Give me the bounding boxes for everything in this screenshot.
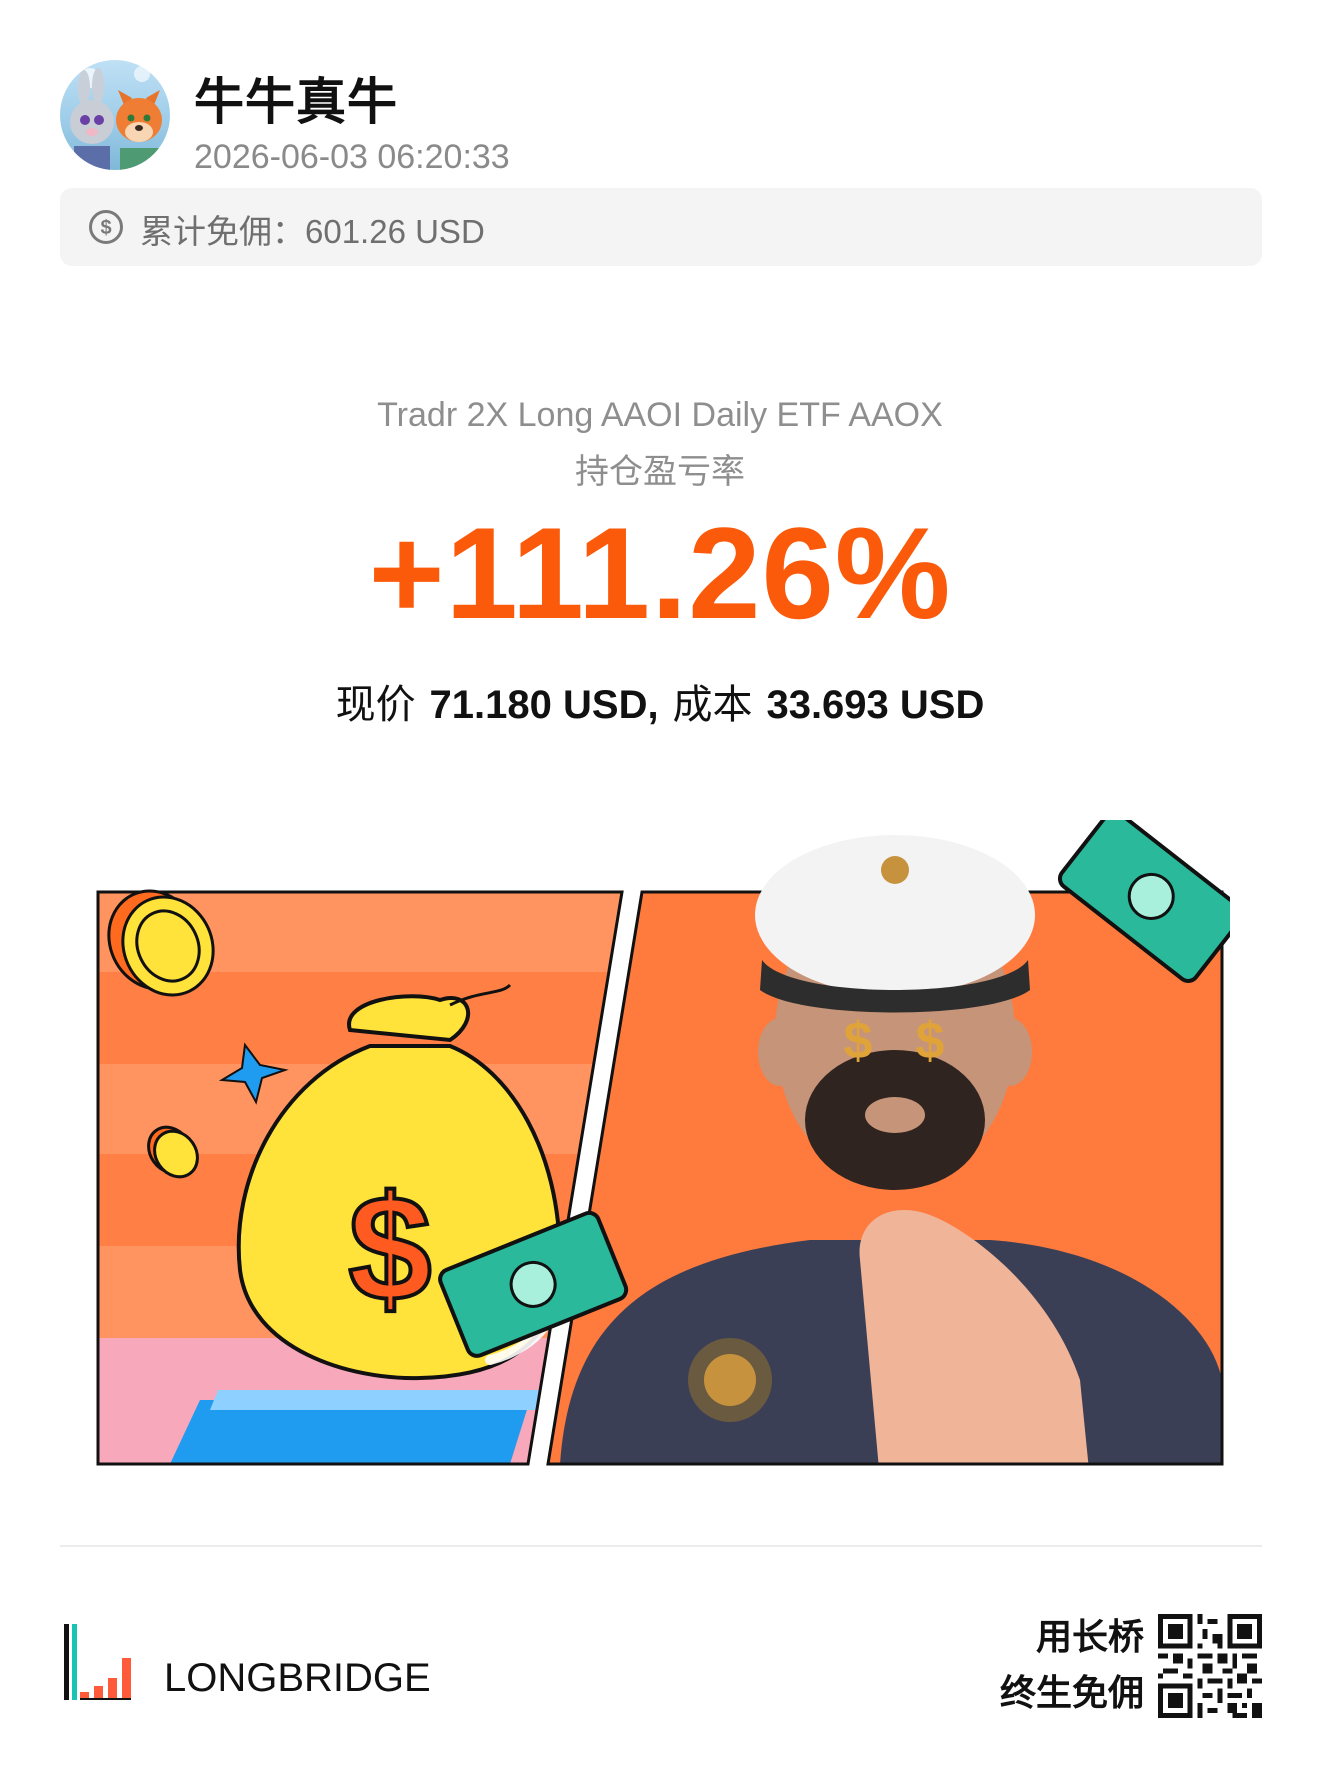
brand-name: LONGBRIDGE [164, 1656, 431, 1700]
price-summary: 现价 71.180 USD, 成本 33.693 USD [0, 672, 1320, 730]
commission-value: 601.26 USD [305, 213, 485, 250]
commission-text: 累计免佣：601.26 USD [140, 205, 485, 253]
product-name: Tradr 2X Long AAOI Daily ETF AAOX [377, 396, 943, 434]
longbridge-logo-icon [64, 1624, 131, 1700]
longbridge-brand: LONGBRIDGE [64, 1618, 444, 1708]
money-bag-captain-illustration-icon: $ $ $ [96, 809, 1245, 1466]
user-avatar[interactable] [60, 60, 170, 170]
avatar-illustration-icon [70, 66, 162, 170]
celebration-illustration: $ $ $ [90, 809, 1245, 1470]
post-header: 牛牛真牛 2026-06-03 06:20:33 [60, 60, 1260, 176]
dollar-circle-icon: $ [89, 210, 123, 244]
post-timestamp: 2026-06-03 06:20:33 [194, 138, 510, 176]
svg-text:$: $ [100, 217, 111, 239]
cost-price-value: 33.693 USD [766, 683, 985, 727]
username[interactable]: 牛牛真牛 [194, 62, 398, 134]
qr-code-icon[interactable] [1158, 1614, 1262, 1718]
svg-text:$: $ [916, 1012, 945, 1070]
slogan-line-1: 用长桥 [1035, 1617, 1144, 1658]
pnl-rate: +111.26% [368, 500, 952, 646]
metric-label: 持仓盈亏率 [575, 452, 745, 492]
svg-text:$: $ [348, 1164, 431, 1332]
svg-text:$: $ [844, 1012, 873, 1070]
commission-saved-bar: $ 累计免佣：601.26 USD [60, 188, 1262, 266]
slogan-line-2: 终生免佣 [999, 1673, 1144, 1714]
footer-divider [60, 1545, 1262, 1547]
current-price-label: 现价 [335, 682, 416, 728]
commission-label: 累计免佣： [140, 213, 305, 250]
current-price-value: 71.180 USD, [429, 683, 659, 727]
slogan: 用长桥 终生免佣 [1000, 1610, 1144, 1722]
cost-price-label: 成本 [672, 682, 753, 728]
